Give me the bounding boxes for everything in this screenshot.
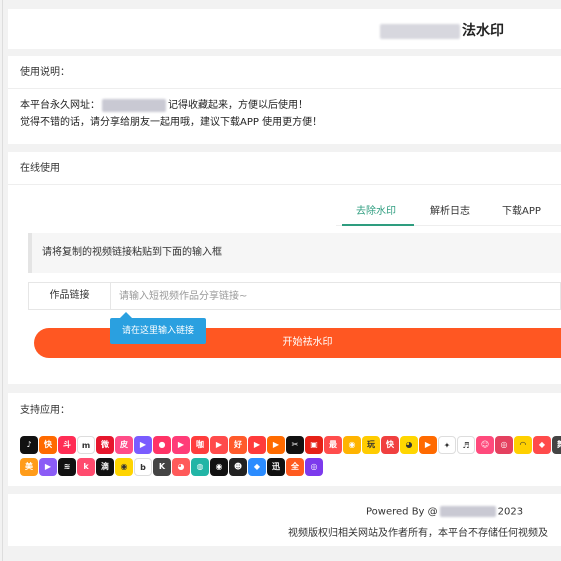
pipixia-icon: 皮 bbox=[115, 436, 133, 454]
instructions-line-2: 觉得不错的话，请分享给朋友一起用哦，建议下载APP 使用更方便！ bbox=[20, 117, 323, 128]
kuaishou-icon: 快 bbox=[39, 436, 57, 454]
online-use-card: 在线使用 去除水印 解析日志 下载APP 请将复制的视频链接粘贴到下面的输入框 … bbox=[8, 152, 561, 384]
app-icon-row-2: 美 ▶ ≋ k 滴 ◉ b K ◕ ◍ ◉ ☻ ◆ 迅全 ◎ bbox=[20, 458, 561, 478]
redacted-author bbox=[439, 506, 496, 517]
tab-remove-watermark[interactable]: 去除水印 bbox=[356, 202, 396, 217]
kuaibao-icon: 快 bbox=[381, 436, 399, 454]
footer: Powered By @2023 视频版权归相关网站及作者所有，本平台不存储任何… bbox=[8, 494, 561, 546]
link-input-row: 作品链接 bbox=[28, 282, 561, 310]
app-icon-grid: ♪快斗m微皮▶●▶咖▶好▶▶✂▣最◉玩快◕▶✦♬☺◎◠◆舞◑ 美▶≋k滴◉bK◕… bbox=[20, 436, 561, 480]
page-title: 法水印 bbox=[380, 20, 504, 40]
instagram-icon: ◎ bbox=[495, 436, 513, 454]
instructions-line-1: 本平台永久网址： 记得收藏起来，方便以后使用！ bbox=[20, 97, 549, 114]
houzi-icon: ☻ bbox=[229, 458, 247, 476]
powered-by-label: Powered By bbox=[366, 506, 428, 518]
powered-by-year: 2023 bbox=[497, 506, 524, 518]
active-tab-indicator bbox=[342, 224, 414, 226]
haokan-icon: 好 bbox=[229, 436, 247, 454]
doushou-icon: 斗 bbox=[58, 436, 76, 454]
online-use-heading: 在线使用 bbox=[8, 152, 561, 185]
biyu-icon: ◠ bbox=[514, 436, 532, 454]
zuiyou-icon: 最 bbox=[324, 436, 342, 454]
weishi2-icon: ◉ bbox=[343, 436, 361, 454]
tiktok2-icon: ♬ bbox=[457, 436, 475, 454]
kuaiyin-icon: K bbox=[153, 458, 171, 476]
sohu-icon: ▶ bbox=[39, 458, 57, 476]
powered-by-at: @ bbox=[427, 506, 438, 518]
biaoqing-icon: 迅 bbox=[267, 458, 285, 476]
quan-icon: ◍ bbox=[191, 458, 209, 476]
url-label: 本平台永久网址： bbox=[20, 100, 100, 111]
video-icon: ▣ bbox=[305, 436, 323, 454]
lvzhou-icon: m bbox=[77, 436, 95, 454]
paste-instruction: 请将复制的视频链接粘贴到下面的输入框 bbox=[28, 233, 561, 273]
meipai-icon: 美 bbox=[20, 458, 38, 476]
huoshan-icon: 全 bbox=[286, 458, 304, 476]
tab-bar: 去除水印 解析日志 下载APP bbox=[336, 194, 561, 226]
quanmin-icon: ▶ bbox=[210, 436, 228, 454]
tantan-icon: ≋ bbox=[58, 458, 76, 476]
bbq-icon: ▶ bbox=[134, 436, 152, 454]
acfun-icon: ☺ bbox=[476, 436, 494, 454]
wu-icon: 舞 bbox=[552, 436, 561, 454]
weibo-icon: 微 bbox=[96, 436, 114, 454]
weishi-icon: ● bbox=[153, 436, 171, 454]
momo-icon: ▶ bbox=[419, 436, 437, 454]
mo-icon: ◉ bbox=[210, 458, 228, 476]
copyright-notice: 视频版权归相关网站及作者所有，本平台不存储任何视频及 bbox=[288, 528, 548, 539]
app-icon-row-1: ♪快斗m微皮▶●▶咖▶好▶▶✂▣最◉玩快◕▶✦♬☺◎◠◆舞◑ bbox=[20, 436, 561, 456]
page-left-border bbox=[2, 0, 3, 561]
qianyu-icon: ◆ bbox=[533, 436, 551, 454]
instructions-body: 本平台永久网址： 记得收藏起来，方便以后使用！ 觉得不错的话，请分享给朋友一起用哦… bbox=[8, 89, 561, 139]
dianyu-icon: ◎ bbox=[305, 458, 323, 476]
keyu-icon: k bbox=[77, 458, 95, 476]
play-icon: ▶ bbox=[267, 436, 285, 454]
input-tooltip: 请在这里输入链接 bbox=[110, 312, 206, 344]
tab-download-app[interactable]: 下载APP bbox=[502, 202, 541, 217]
supported-apps-card: 支持应用： ♪快斗m微皮▶●▶咖▶好▶▶✂▣最◉玩快◕▶✦♬☺◎◠◆舞◑ 美▶≋… bbox=[8, 393, 561, 486]
header-card: 法水印 bbox=[8, 9, 561, 49]
supported-apps-heading: 支持应用： bbox=[20, 405, 70, 416]
yuyin-icon: ◆ bbox=[248, 458, 266, 476]
wan-icon: 玩 bbox=[362, 436, 380, 454]
xiaoyu-icon: ◕ bbox=[172, 458, 190, 476]
kuaishou-lite-icon: ▶ bbox=[172, 436, 190, 454]
twitter-icon: ✦ bbox=[438, 436, 456, 454]
tab-parse-log[interactable]: 解析日志 bbox=[430, 202, 470, 217]
redacted-url bbox=[102, 98, 166, 112]
bookmark-hint: 记得收藏起来，方便以后使用！ bbox=[168, 100, 308, 111]
chidian-icon: 滴 bbox=[96, 458, 114, 476]
douyin-icon: ♪ bbox=[20, 436, 38, 454]
powered-by: Powered By @2023 bbox=[366, 506, 523, 518]
page-title-text: 法水印 bbox=[462, 23, 504, 39]
redacted-site-name bbox=[380, 23, 460, 39]
bo-icon: b bbox=[134, 458, 152, 476]
weiliao-icon: ◉ bbox=[115, 458, 133, 476]
xigua-icon: ▶ bbox=[248, 436, 266, 454]
video-link-input[interactable] bbox=[119, 287, 549, 305]
duoduo-icon: ◕ bbox=[400, 436, 418, 454]
instructions-card: 使用说明： 本平台永久网址： 记得收藏起来，方便以后使用！ 觉得不错的话，请分享给… bbox=[8, 56, 561, 144]
link-input-label: 作品链接 bbox=[29, 283, 111, 309]
instructions-heading: 使用说明： bbox=[8, 56, 561, 89]
xiaokaxiu-icon: 咖 bbox=[191, 436, 209, 454]
jianying-icon: ✂ bbox=[286, 436, 304, 454]
